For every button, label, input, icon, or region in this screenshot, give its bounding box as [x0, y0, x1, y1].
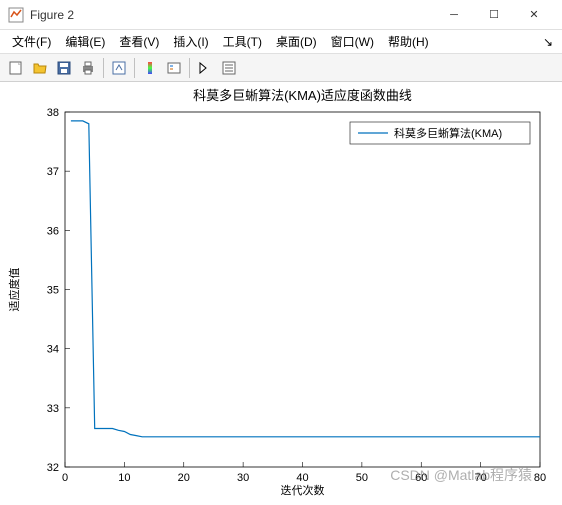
- svg-text:33: 33: [47, 403, 59, 415]
- svg-text:科莫多巨蜥算法(KMA): 科莫多巨蜥算法(KMA): [394, 126, 502, 140]
- svg-text:10: 10: [118, 472, 130, 484]
- colorbar-button[interactable]: [138, 56, 162, 80]
- toolbar-separator: [134, 58, 135, 78]
- menu-tools[interactable]: 工具(T): [217, 31, 268, 52]
- property-editor-button[interactable]: [217, 56, 241, 80]
- menu-file[interactable]: 文件(F): [6, 31, 57, 52]
- open-button[interactable]: [28, 56, 52, 80]
- menu-window[interactable]: 窗口(W): [325, 31, 380, 52]
- menu-overflow-icon[interactable]: ↘: [540, 35, 556, 49]
- svg-text:80: 80: [534, 472, 546, 484]
- close-button[interactable]: ✕: [514, 1, 554, 29]
- menu-view[interactable]: 查看(V): [113, 31, 165, 52]
- svg-text:38: 38: [47, 107, 59, 119]
- plot-area[interactable]: 科莫多巨蜥算法(KMA)适应度函数曲线迭代次数适应度值0102030405060…: [0, 82, 562, 505]
- svg-text:适应度值: 适应度值: [7, 268, 21, 312]
- menu-edit[interactable]: 编辑(E): [59, 31, 111, 52]
- menu-insert[interactable]: 插入(I): [167, 31, 214, 52]
- svg-text:0: 0: [62, 472, 68, 484]
- maximize-button[interactable]: ☐: [474, 1, 514, 29]
- toolbar-separator: [189, 58, 190, 78]
- titlebar: Figure 2 ─ ☐ ✕: [0, 0, 562, 30]
- toolbar: [0, 54, 562, 82]
- menubar: 文件(F) 编辑(E) 查看(V) 插入(I) 工具(T) 桌面(D) 窗口(W…: [0, 30, 562, 54]
- print-button[interactable]: [76, 56, 100, 80]
- menu-help[interactable]: 帮助(H): [382, 31, 435, 52]
- new-figure-button[interactable]: [4, 56, 28, 80]
- minimize-button[interactable]: ─: [434, 1, 474, 29]
- link-button[interactable]: [107, 56, 131, 80]
- svg-text:20: 20: [178, 472, 190, 484]
- save-button[interactable]: [52, 56, 76, 80]
- app-icon: [8, 7, 24, 23]
- svg-text:37: 37: [47, 166, 59, 178]
- window-title: Figure 2: [30, 8, 434, 22]
- svg-text:科莫多巨蜥算法(KMA)适应度函数曲线: 科莫多巨蜥算法(KMA)适应度函数曲线: [193, 88, 412, 103]
- legend-button[interactable]: [162, 56, 186, 80]
- svg-text:35: 35: [47, 285, 59, 297]
- svg-text:40: 40: [296, 472, 308, 484]
- menu-desktop[interactable]: 桌面(D): [270, 31, 323, 52]
- svg-text:50: 50: [356, 472, 368, 484]
- svg-text:迭代次数: 迭代次数: [281, 483, 325, 497]
- svg-text:30: 30: [237, 472, 249, 484]
- chart: 科莫多巨蜥算法(KMA)适应度函数曲线迭代次数适应度值0102030405060…: [0, 82, 562, 505]
- watermark: CSDN @Matlab程序猿: [390, 465, 532, 485]
- svg-text:32: 32: [47, 462, 59, 474]
- window-controls: ─ ☐ ✕: [434, 1, 554, 29]
- toolbar-separator: [103, 58, 104, 78]
- svg-text:34: 34: [47, 344, 59, 356]
- svg-text:36: 36: [47, 225, 59, 237]
- edit-plot-button[interactable]: [193, 56, 217, 80]
